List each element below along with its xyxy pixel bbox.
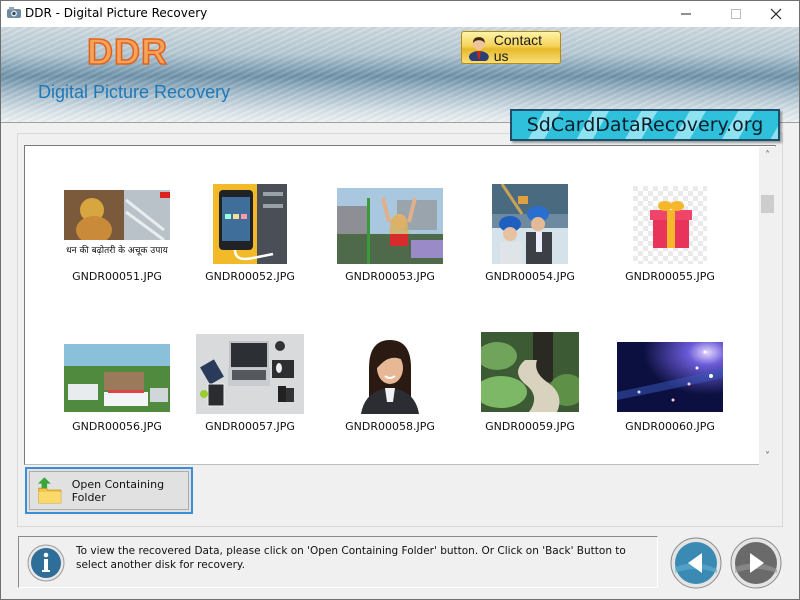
file-name: GNDR00056.JPG	[72, 420, 162, 433]
back-arrow-icon	[670, 537, 722, 589]
app-subtitle: Digital Picture Recovery	[38, 82, 231, 102]
open-folder-label: Open Containing Folder	[71, 477, 165, 504]
next-arrow-icon	[730, 537, 782, 589]
contact-us-label: Contact us	[493, 31, 543, 64]
info-message: To view the recovered Data, please click…	[76, 545, 626, 571]
file-tile[interactable]: GNDR00060.JPG	[600, 332, 740, 462]
close-icon	[770, 8, 782, 20]
thumbnail-desk-laptop	[196, 334, 304, 414]
back-button[interactable]	[670, 537, 722, 589]
file-tile[interactable]: GNDR00052.JPG	[180, 182, 320, 312]
app-window: DDR - Digital Picture Recovery DDR Digit…	[0, 0, 800, 600]
minimize-button[interactable]	[663, 1, 709, 27]
file-tile[interactable]: GNDR00055.JPG	[600, 182, 740, 312]
file-name: GNDR00055.JPG	[625, 270, 715, 283]
close-button[interactable]	[753, 1, 799, 27]
thumbnail-ganesh-banner: धन की बढ़ोतरी के अचूक उपाय	[64, 190, 170, 258]
minimize-icon	[681, 13, 691, 15]
scroll-down-button[interactable]: ˅	[759, 448, 776, 465]
thumbnail-campus-aerial	[64, 344, 170, 412]
scrollbar-thumb[interactable]	[761, 195, 774, 213]
window-title: DDR - Digital Picture Recovery	[25, 6, 208, 20]
maximize-icon	[731, 9, 741, 19]
recovered-files-gallery[interactable]: धन की बढ़ोतरी के अचूक उपाय GNDR00051.JPG…	[24, 145, 776, 465]
file-name: GNDR00052.JPG	[205, 270, 295, 283]
file-tile[interactable]: GNDR00056.JPG	[47, 332, 187, 462]
thumbnail-forest-path	[481, 332, 579, 412]
support-person-icon	[468, 36, 489, 61]
svg-text:धन की बढ़ोतरी के अचूक उपाय: धन की बढ़ोतरी के अचूक उपाय	[66, 244, 169, 256]
thumbnail-phone-charging	[213, 184, 287, 264]
contact-us-button[interactable]: Contact us	[461, 31, 561, 64]
file-name: GNDR00058.JPG	[345, 420, 435, 433]
thumbnail-gift-box	[633, 186, 707, 264]
info-icon	[27, 544, 65, 582]
file-name: GNDR00060.JPG	[625, 420, 715, 433]
thumbnail-woman-portrait	[355, 338, 425, 414]
chevron-down-icon: ˅	[765, 451, 770, 462]
chevron-up-icon: ˄	[765, 150, 770, 161]
ddr-logo: DDR	[86, 30, 168, 73]
file-tile[interactable]: GNDR00053.JPG	[320, 182, 460, 312]
gallery-scrollbar[interactable]: ˄ ˅	[759, 147, 776, 465]
scroll-up-button[interactable]: ˄	[759, 147, 776, 164]
app-icon	[7, 7, 21, 18]
file-name: GNDR00051.JPG	[72, 270, 162, 283]
file-name: GNDR00053.JPG	[345, 270, 435, 283]
file-name: GNDR00057.JPG	[205, 420, 295, 433]
file-tile[interactable]: धन की बढ़ोतरी के अचूक उपाय GNDR00051.JPG	[47, 182, 187, 312]
open-containing-folder-button[interactable]: Open Containing Folder	[25, 467, 193, 514]
title-bar: DDR - Digital Picture Recovery	[1, 1, 799, 27]
thumbnail-blue-bokeh	[617, 342, 723, 412]
next-button[interactable]	[730, 537, 782, 589]
file-name: GNDR00059.JPG	[485, 420, 575, 433]
file-tile[interactable]: GNDR00057.JPG	[180, 332, 320, 462]
thumbnail-woman-festival	[337, 188, 443, 264]
file-tile[interactable]: GNDR00054.JPG	[460, 182, 600, 312]
file-tile[interactable]: GNDR00059.JPG	[460, 332, 600, 462]
thumbnail-engineers-hardhats	[492, 184, 568, 264]
file-name: GNDR00054.JPG	[485, 270, 575, 283]
folder-upload-icon	[37, 476, 62, 503]
info-panel: To view the recovered Data, please click…	[18, 536, 658, 588]
file-tile[interactable]: GNDR00058.JPG	[320, 332, 460, 462]
site-badge: SdCardDataRecovery.org	[510, 109, 780, 141]
site-badge-text: SdCardDataRecovery.org	[526, 114, 764, 136]
